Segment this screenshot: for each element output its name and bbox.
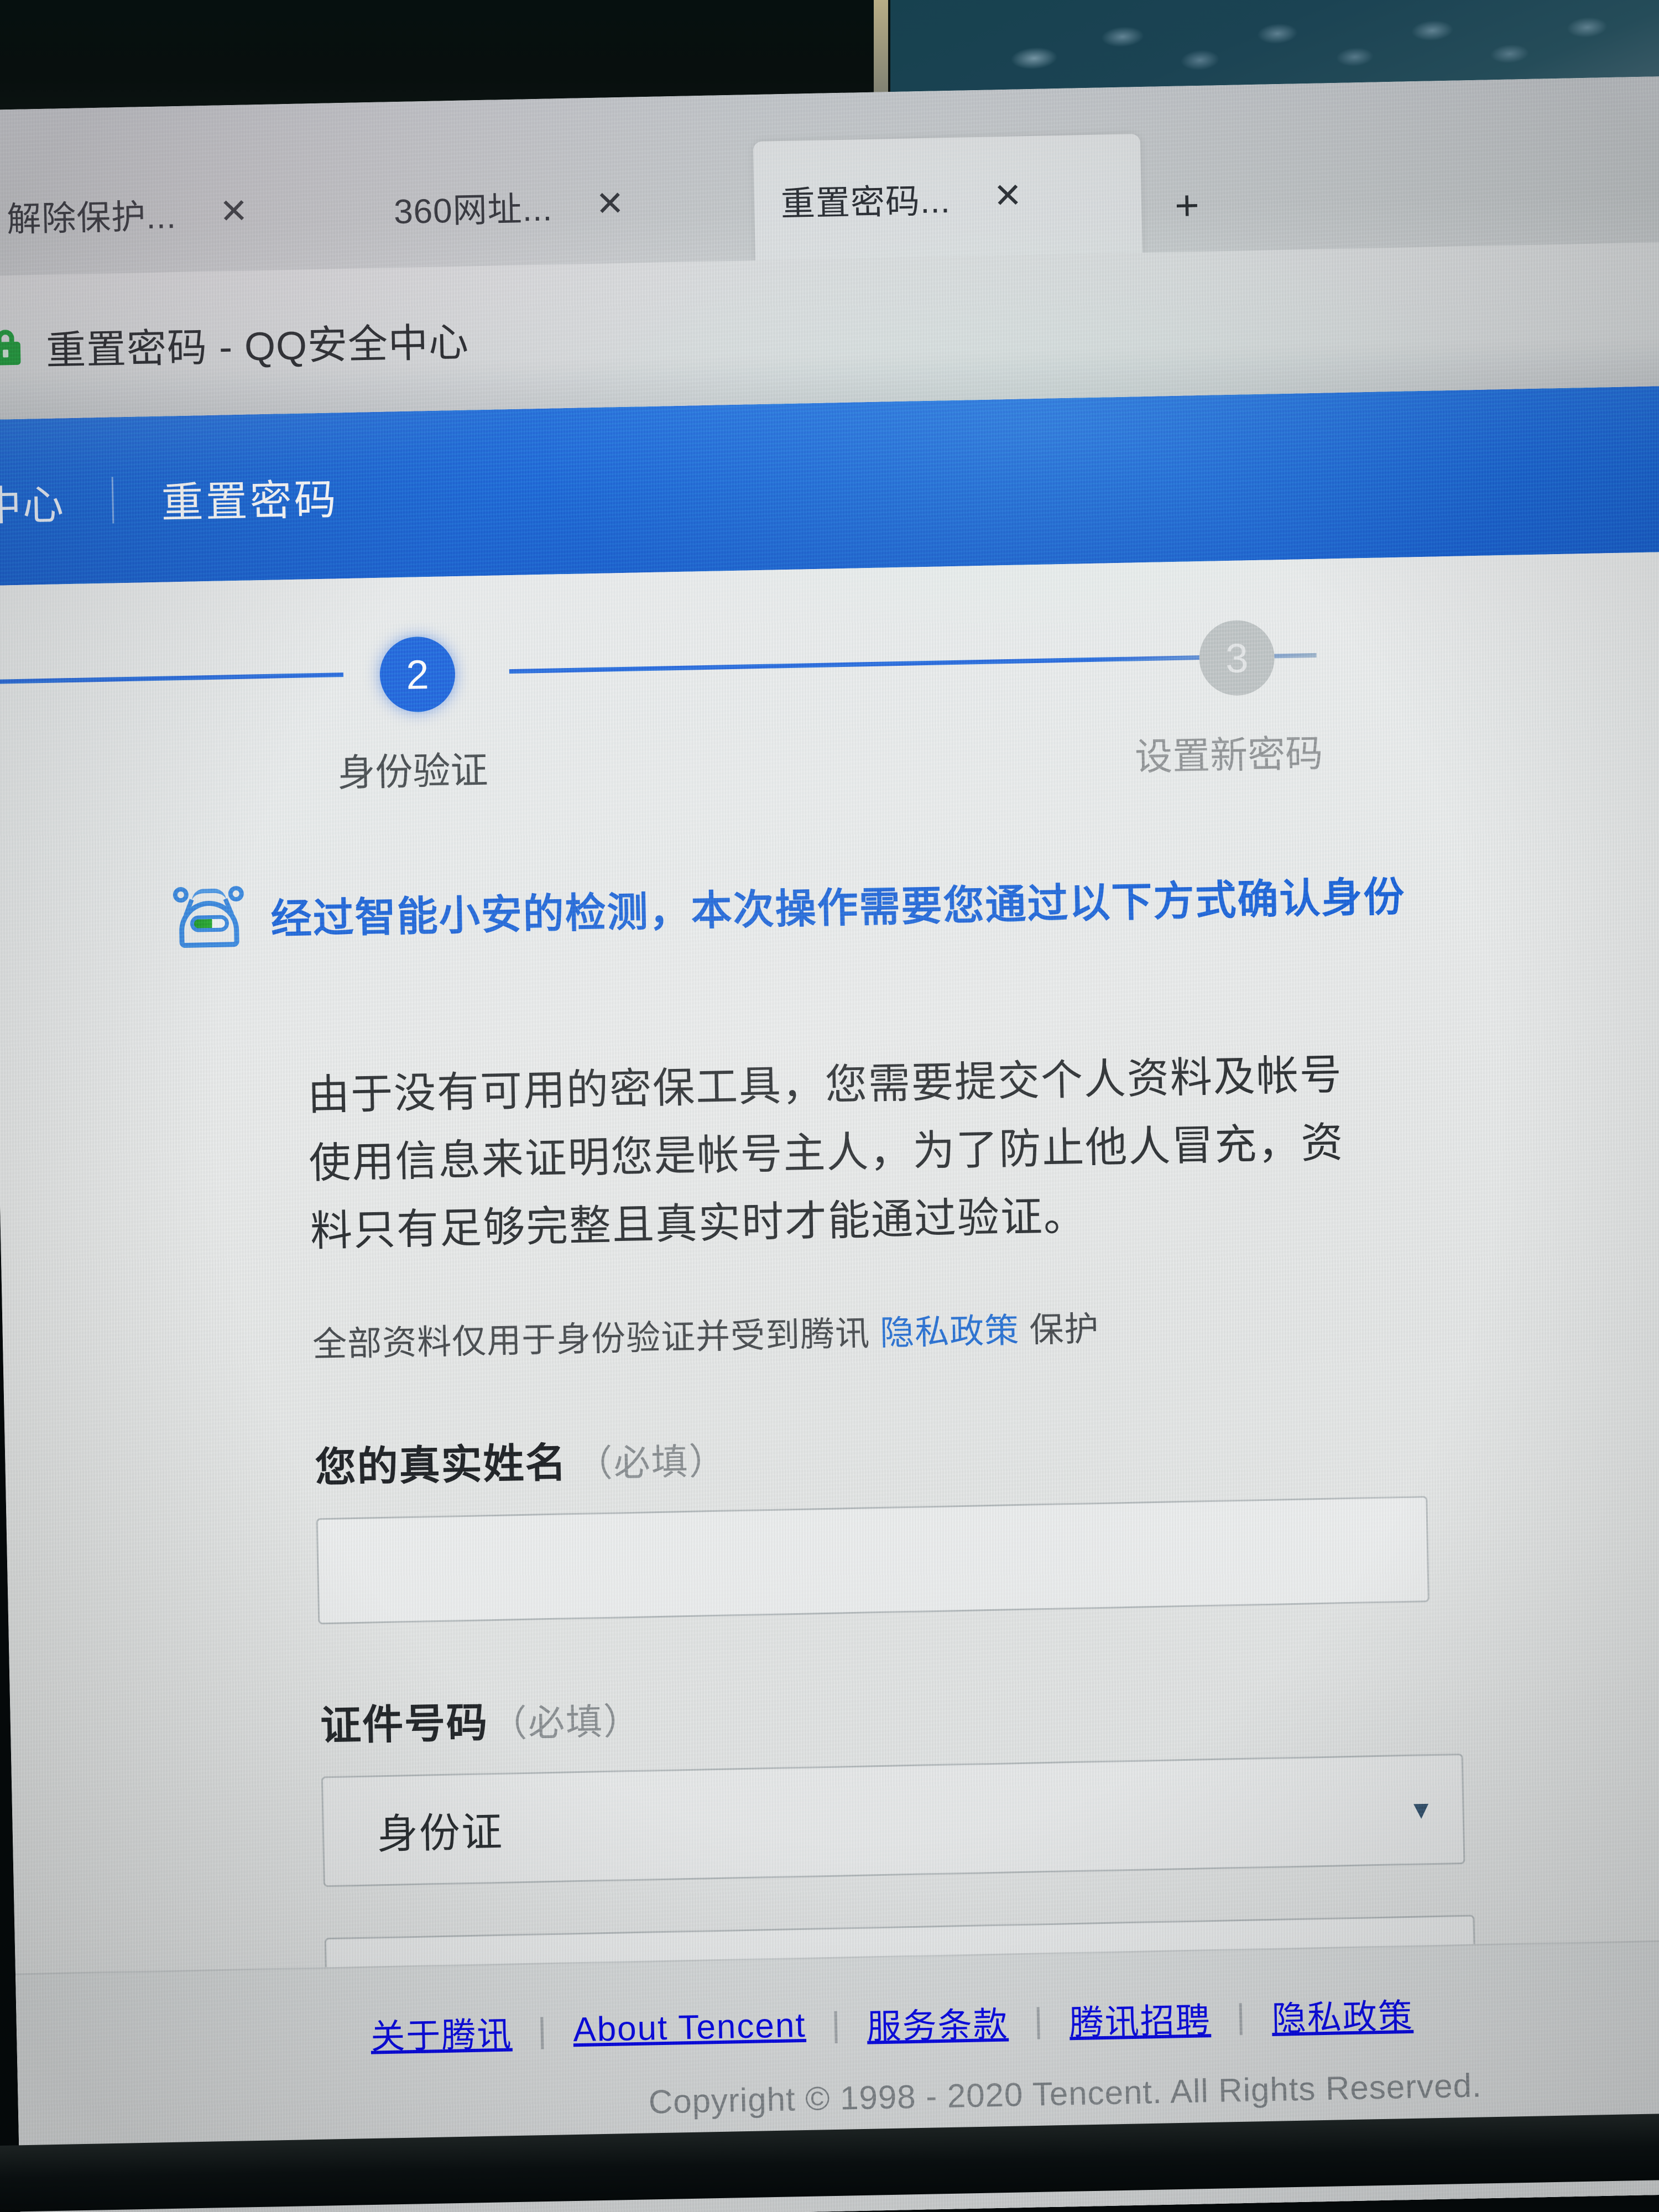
step-label-2: 身份验证 bbox=[337, 749, 489, 795]
footer-separator: | bbox=[1235, 1997, 1247, 2036]
footer-separator: | bbox=[831, 2005, 842, 2044]
step-label-3: 设置新密码 bbox=[1134, 732, 1323, 779]
privacy-notice: 全部资料仅用于身份验证并受到腾讯 隐私政策 保护 bbox=[312, 1288, 1659, 1366]
step-connector-current bbox=[509, 653, 1317, 674]
browser-window: 解除保护... ✕ 360网址... ✕ 重置密码... ✕ + 重置密码 - … bbox=[0, 75, 1659, 2212]
site-header: 中心 重置密码 bbox=[0, 385, 1659, 586]
photo-of-screen: 解除保护... ✕ 360网址... ✕ 重置密码... ✕ + 重置密码 - … bbox=[0, 0, 1659, 2212]
id-number-required-tag: （必填） bbox=[490, 1700, 641, 1745]
step-node-2: 2 bbox=[379, 636, 456, 713]
footer-link-about-tencent-cn[interactable]: 关于腾讯 bbox=[370, 2006, 513, 2059]
privacy-policy-link[interactable]: 隐私政策 bbox=[880, 1312, 1020, 1353]
header-divider bbox=[111, 477, 114, 524]
step-indicator: 2 身份验证 3 设置新密码 bbox=[0, 587, 1659, 859]
real-name-label-text: 您的真实姓名 bbox=[314, 1439, 568, 1491]
id-number-label-text: 证件号码 bbox=[320, 1699, 489, 1749]
privacy-text-before: 全部资料仅用于身份验证并受到腾讯 bbox=[312, 1314, 880, 1364]
real-name-required-tag: （必填） bbox=[575, 1440, 727, 1485]
new-tab-button[interactable]: + bbox=[1174, 181, 1200, 252]
browser-tab-3-active[interactable]: 重置密码... ✕ bbox=[753, 134, 1142, 261]
footer-link-careers[interactable]: 腾讯招聘 bbox=[1069, 1992, 1212, 2044]
browser-chrome: 解除保护... ✕ 360网址... ✕ 重置密码... ✕ + 重置密码 - … bbox=[0, 75, 1659, 420]
intro-paragraph: 由于没有可用的密保工具，您需要提交个人资料及帐号使用信息来证明您是帐号主人，为了… bbox=[307, 1051, 1345, 1255]
step-connector-completed bbox=[0, 672, 344, 685]
page-title: 重置密码 - QQ安全中心 bbox=[45, 320, 469, 373]
field-group-real-name: 您的真实姓名 （必填） bbox=[315, 1407, 1659, 1625]
id-number-label: 证件号码 （必填） bbox=[320, 1665, 1659, 1752]
close-icon[interactable]: ✕ bbox=[993, 176, 1023, 215]
id-type-selected-value: 身份证 bbox=[377, 1808, 504, 1858]
tab-title: 360网址... bbox=[393, 189, 553, 231]
chevron-down-icon: ▼ bbox=[1408, 1795, 1434, 1825]
real-name-input[interactable] bbox=[316, 1496, 1430, 1625]
footer-links: 关于腾讯 | About Tencent | 服务条款 | 腾讯招聘 | 隐私政… bbox=[16, 1981, 1659, 2065]
real-name-label: 您的真实姓名 （必填） bbox=[315, 1407, 1659, 1494]
lock-icon bbox=[0, 329, 21, 366]
id-type-select[interactable]: 身份证 ▼ bbox=[321, 1754, 1465, 1887]
notice-text: 经过智能小安的检测，本次操作需要您通过以下方式确认身份 bbox=[270, 873, 1406, 942]
close-icon[interactable]: ✕ bbox=[219, 192, 249, 231]
main-content: 由于没有可用的密保工具，您需要提交个人资料及帐号使用信息来证明您是帐号主人，为了… bbox=[0, 1033, 1659, 2050]
tab-title: 重置密码... bbox=[780, 181, 951, 223]
verification-notice: 经过智能小安的检测，本次操作需要您通过以下方式确认身份 bbox=[0, 840, 1659, 968]
close-icon[interactable]: ✕ bbox=[595, 184, 625, 223]
step-node-3: 3 bbox=[1198, 619, 1276, 697]
privacy-text-after: 保护 bbox=[1019, 1310, 1100, 1350]
footer-separator: | bbox=[1033, 2001, 1045, 2040]
footer-link-terms[interactable]: 服务条款 bbox=[867, 1996, 1009, 2049]
browser-tab-1[interactable]: 解除保护... ✕ bbox=[0, 149, 368, 276]
page-body: 2 身份验证 3 设置新密码 经过智能小安的检测，本次操作需要您通过以下方式确认… bbox=[0, 551, 1659, 2212]
site-brand-link[interactable]: 中心 bbox=[0, 472, 65, 533]
browser-tab-2[interactable]: 360网址... ✕ bbox=[366, 142, 755, 268]
header-section-title: 重置密码 bbox=[160, 476, 339, 527]
footer-link-privacy[interactable]: 隐私政策 bbox=[1271, 1988, 1414, 2041]
tab-strip: 解除保护... ✕ 360网址... ✕ 重置密码... ✕ + bbox=[0, 76, 1659, 276]
footer-link-about-tencent-en[interactable]: About Tencent bbox=[573, 2005, 807, 2049]
tab-title: 解除保护... bbox=[6, 197, 177, 239]
footer-separator: | bbox=[537, 2011, 549, 2050]
robot-mascot-icon bbox=[172, 884, 246, 954]
